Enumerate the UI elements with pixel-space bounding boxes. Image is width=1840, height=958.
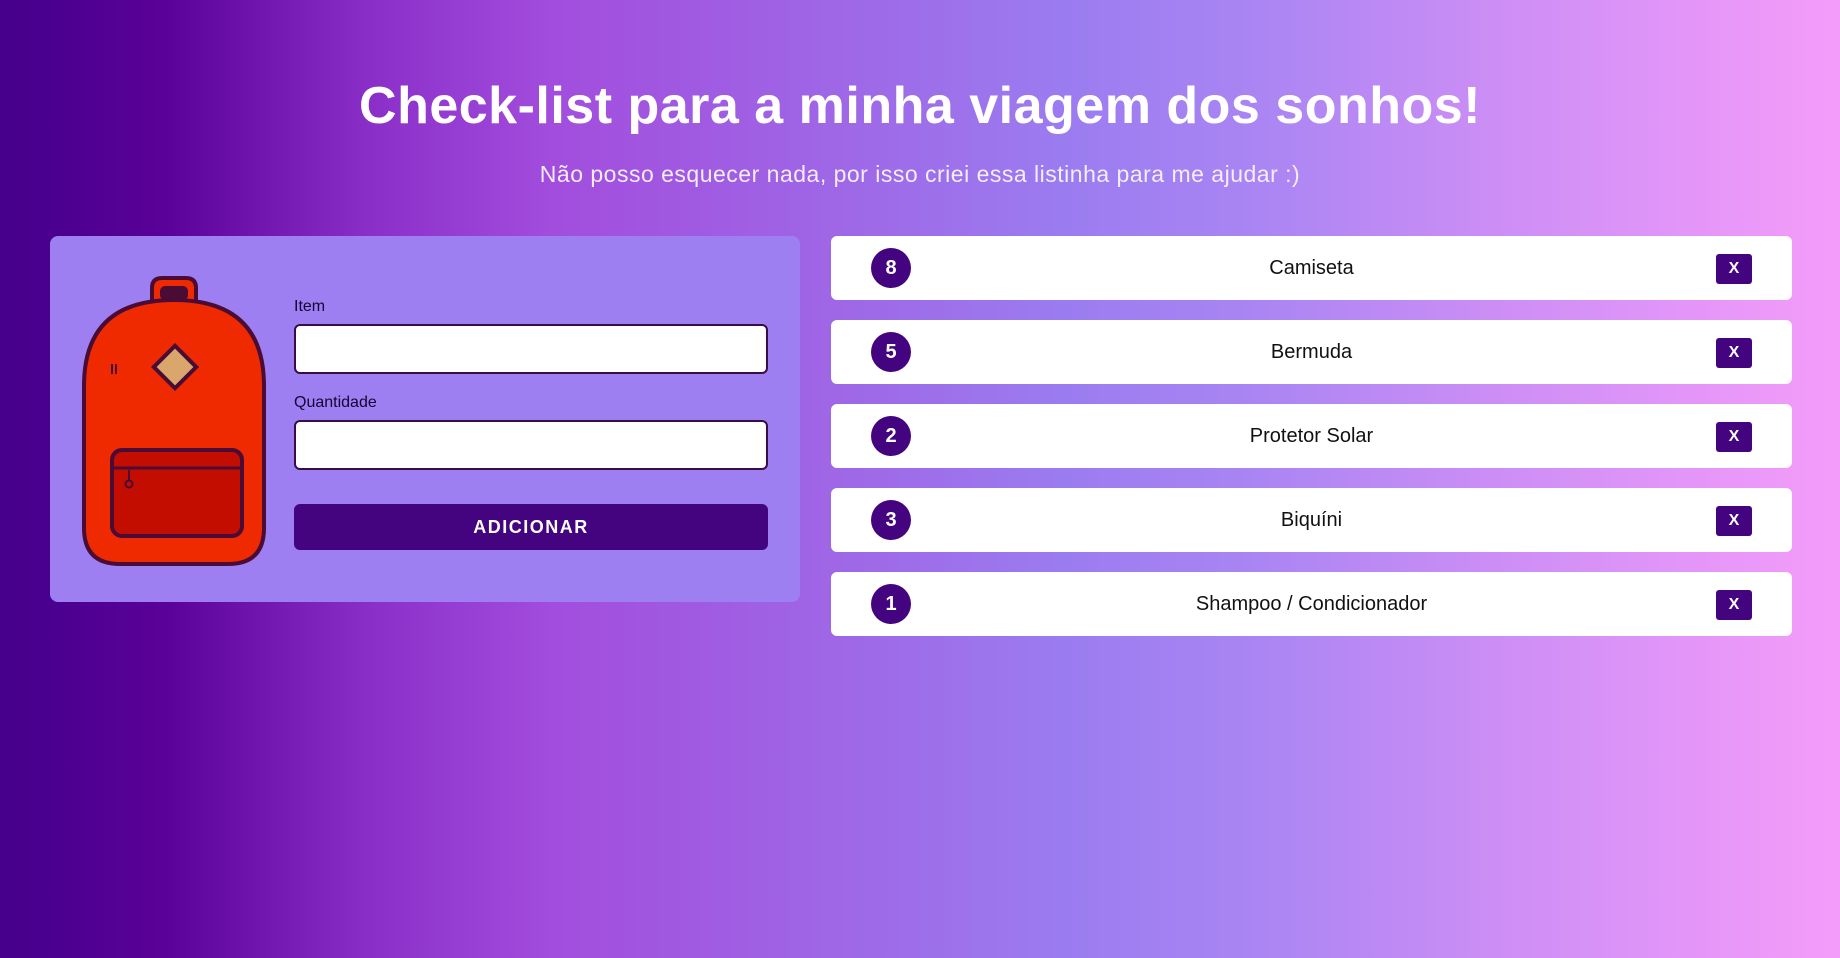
item-name: Biquíni <box>1280 508 1343 531</box>
checklist: 8 Camiseta X 5 Bermuda X 2 Protetor Sola… <box>831 236 1792 656</box>
add-button[interactable]: ADICIONAR <box>294 504 768 550</box>
delete-button[interactable]: X <box>1716 254 1752 284</box>
item-name: Shampoo / Condicionador <box>1195 592 1428 615</box>
add-item-card: Item Quantidade ADICIONAR <box>50 236 800 602</box>
list-item: 8 Camiseta X <box>831 236 1792 300</box>
item-input[interactable] <box>294 324 768 374</box>
delete-button[interactable]: X <box>1716 338 1752 368</box>
list-item: 1 Shampoo / Condicionador X <box>831 572 1792 636</box>
page-title: Check-list para a minha viagem dos sonho… <box>359 77 1481 135</box>
add-item-form: Item Quantidade ADICIONAR <box>294 298 768 550</box>
delete-button[interactable]: X <box>1716 590 1752 620</box>
list-item: 5 Bermuda X <box>831 320 1792 384</box>
delete-button[interactable]: X <box>1716 422 1752 452</box>
quantity-input[interactable] <box>294 420 768 470</box>
backpack-icon <box>82 276 266 566</box>
quantity-label: Quantidade <box>294 394 377 411</box>
list-item: 3 Biquíni X <box>831 488 1792 552</box>
list-item: 2 Protetor Solar X <box>831 404 1792 468</box>
page-subtitle: Não posso esquecer nada, por isso criei … <box>539 161 1301 187</box>
item-name: Protetor Solar <box>1249 424 1374 447</box>
page-header: Check-list para a minha viagem dos sonho… <box>0 74 1840 188</box>
item-label: Item <box>294 298 326 315</box>
item-name: Bermuda <box>1270 340 1353 363</box>
item-name: Camiseta <box>1269 256 1354 279</box>
delete-button[interactable]: X <box>1716 506 1752 536</box>
